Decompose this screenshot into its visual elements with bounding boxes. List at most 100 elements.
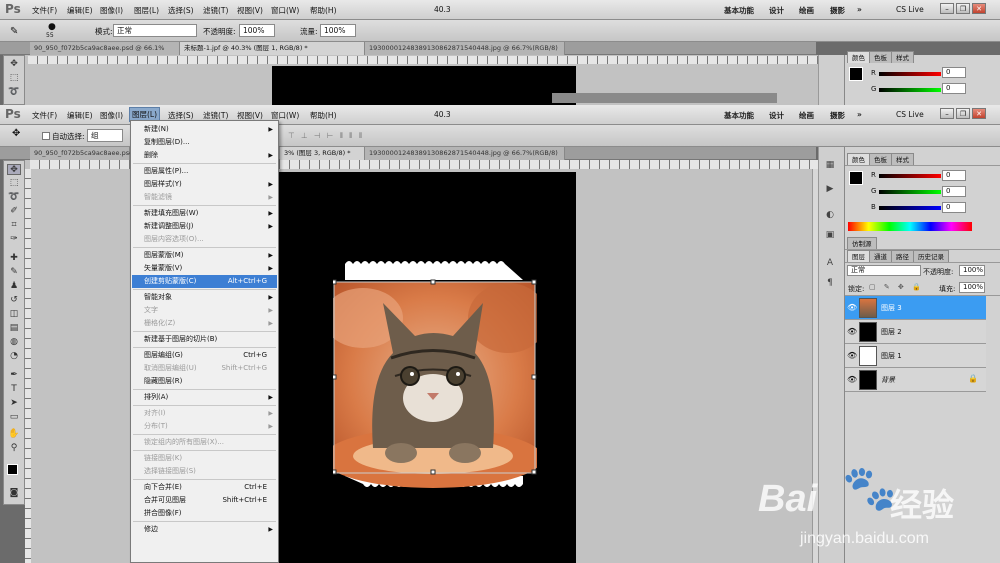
stamp-tool-icon[interactable]: ♟ (7, 281, 21, 292)
menu-view[interactable]: 视图(V) (237, 5, 263, 16)
bg-tab-swatches[interactable]: 色板 (869, 51, 892, 63)
flow-input[interactable]: 100% (320, 24, 356, 37)
menu-file[interactable]: 文件(F) (32, 5, 57, 16)
layer-menu-item[interactable]: 创建剪贴蒙版(C) Alt+Ctrl+G (132, 275, 277, 288)
layer-menu-item[interactable]: 图层样式(Y) ▶ (132, 178, 277, 191)
healing-brush-icon[interactable]: ✚ (7, 253, 21, 264)
layer-row-background[interactable]: 👁 背景 🔒 (845, 368, 986, 392)
pen-tool-icon[interactable]: ✒ (7, 370, 21, 381)
clone-panel-icon[interactable]: ▣ (824, 229, 836, 241)
align-icons[interactable]: ⊤ ⊥ ⊣ ⊢ ⫴ ⫴ ⫴ (288, 131, 364, 141)
tab-untitled[interactable]: 3% (图层 3, RGB/8) * (280, 147, 365, 160)
channel-r-value[interactable]: 0 (942, 170, 966, 181)
workspace-painting[interactable]: 绘画 (799, 5, 814, 16)
history-brush-icon[interactable]: ↺ (7, 295, 21, 306)
tab-paths[interactable]: 路径 (891, 250, 914, 262)
menu-help[interactable]: 帮助(H) (310, 5, 337, 16)
layer-row-2[interactable]: 👁 图层 2 (845, 320, 986, 344)
zoom-tool-icon[interactable]: ⚲ (7, 443, 21, 454)
menu-filter[interactable]: 滤镜(T) (203, 5, 228, 16)
eye-icon[interactable]: 👁 (847, 351, 857, 361)
restore-button[interactable]: ❐ (956, 3, 970, 14)
tab-history[interactable]: 历史记录 (913, 250, 949, 262)
history-panel-icon[interactable]: ▦ (824, 159, 836, 171)
eye-icon[interactable]: 👁 (847, 303, 857, 313)
cs-live-main[interactable]: CS Live (896, 110, 924, 119)
layer-menu-item[interactable]: 隐藏图层(R) (132, 375, 277, 388)
eraser-icon[interactable]: ◫ (7, 309, 21, 320)
lasso-tool-icon-bg[interactable]: ➰ (7, 87, 21, 98)
marquee-tool-icon[interactable]: ⬚ (7, 178, 21, 189)
layer-menu-item[interactable]: 新建调整图层(J) ▶ (132, 220, 277, 233)
quick-select-icon[interactable]: ✐ (7, 206, 21, 217)
tab-channels[interactable]: 通道 (869, 250, 892, 262)
layer-menu-item[interactable]: 矢量蒙版(V) ▶ (132, 262, 277, 275)
foreground-color-swatch[interactable] (7, 464, 18, 475)
tab-untitled-bg[interactable]: 未标题-1.jpf @ 40.3% (图层 1, RGB/8) * (180, 42, 365, 55)
layer-menu-item[interactable]: 删除 ▶ (132, 149, 277, 162)
eye-icon[interactable]: 👁 (847, 375, 857, 385)
layer-menu-item[interactable]: 图层属性(P)... (132, 165, 277, 178)
menu-image-main[interactable]: 图像(I) (100, 110, 123, 121)
auto-select-checkbox[interactable] (42, 132, 50, 140)
actions-panel-icon[interactable]: ▶ (824, 183, 836, 195)
channel-b-value[interactable]: 0 (942, 202, 966, 213)
crop-tool-icon[interactable]: ⌗ (7, 220, 21, 231)
workspace-photography-main[interactable]: 摄影 (830, 110, 845, 121)
workspace-design[interactable]: 设计 (769, 5, 784, 16)
shape-tool-icon[interactable]: ▭ (7, 412, 21, 423)
tab-swatches[interactable]: 色板 (869, 153, 892, 165)
layer-menu-item[interactable]: 新建(N) ▶ (132, 123, 277, 136)
character-panel-icon[interactable]: A (824, 257, 836, 269)
gradient-icon[interactable]: ▤ (7, 323, 21, 334)
bg-channel-r-value[interactable]: 0 (942, 67, 966, 78)
color-foreground-swatch[interactable] (849, 171, 863, 185)
zoom-level[interactable]: 40.3 (434, 5, 451, 14)
lasso-tool-icon[interactable]: ➰ (7, 192, 21, 203)
layer-row-3[interactable]: 👁 图层 3 (845, 296, 986, 320)
workspace-more[interactable]: » (857, 5, 862, 14)
brush-tool-icon[interactable]: ✎ (7, 267, 21, 278)
brush-tip-icon[interactable]: ● (48, 22, 56, 32)
opacity-input[interactable]: 100% (239, 24, 275, 37)
path-select-icon[interactable]: ➤ (7, 398, 21, 409)
move-tool-option-icon[interactable]: ✥ (12, 128, 20, 139)
quick-mask-icon[interactable]: ◙ (7, 488, 21, 499)
workspace-photography[interactable]: 摄影 (830, 5, 845, 16)
bg-tab-styles[interactable]: 样式 (891, 51, 914, 63)
tab-styles[interactable]: 样式 (891, 153, 914, 165)
tab-color[interactable]: 颜色 (847, 153, 870, 165)
layer-menu-item[interactable]: 向下合并(E) Ctrl+E (132, 481, 277, 494)
mode-select[interactable]: 正常 (113, 24, 197, 37)
channel-b-bar[interactable] (879, 206, 941, 210)
tab-jpg[interactable]: 19300001248389130862871540448.jpg @ 66.7… (365, 147, 565, 160)
type-tool-icon[interactable]: T (7, 384, 21, 395)
menu-edit-main[interactable]: 编辑(E) (67, 110, 93, 121)
marquee-tool-icon-bg[interactable]: ⬚ (7, 73, 21, 84)
minimize-button[interactable]: – (940, 3, 954, 14)
bg-tab-color[interactable]: 颜色 (847, 51, 870, 63)
paragraph-panel-icon[interactable]: ¶ (824, 277, 836, 289)
menu-file-main[interactable]: 文件(F) (32, 110, 57, 121)
menu-edit[interactable]: 编辑(E) (67, 5, 93, 16)
bg-channel-g-bar[interactable] (879, 88, 941, 92)
eyedropper-icon[interactable]: ✑ (7, 234, 21, 245)
layer-menu-item[interactable]: 新建填充图层(W) ▶ (132, 207, 277, 220)
workspace-essentials-main[interactable]: 基本功能 (724, 110, 754, 121)
channel-g-value[interactable]: 0 (942, 186, 966, 197)
tab-jpg-bg[interactable]: 19300001248389130862871540448.jpg @ 66.7… (365, 42, 565, 55)
close-button[interactable]: ✕ (972, 3, 986, 14)
layer-menu-item[interactable]: 修边 ▶ (132, 523, 277, 536)
channel-g-bar[interactable] (879, 190, 941, 194)
tab-clone-source[interactable]: 仿制源 (847, 237, 877, 249)
layer-menu-item[interactable]: 复制图层(D)... (132, 136, 277, 149)
bg-channel-g-value[interactable]: 0 (942, 83, 966, 94)
layer-menu-item[interactable]: 图层蒙版(M) ▶ (132, 249, 277, 262)
minimize-button-main[interactable]: – (940, 108, 954, 119)
workspace-design-main[interactable]: 设计 (769, 110, 784, 121)
menu-help-main[interactable]: 帮助(H) (310, 110, 337, 121)
layer-menu-item[interactable]: 排列(A) ▶ (132, 391, 277, 404)
blend-mode-select[interactable]: 正常 (847, 265, 921, 276)
cs-live[interactable]: CS Live (896, 5, 924, 14)
layer-row-1[interactable]: 👁 图层 1 (845, 344, 986, 368)
